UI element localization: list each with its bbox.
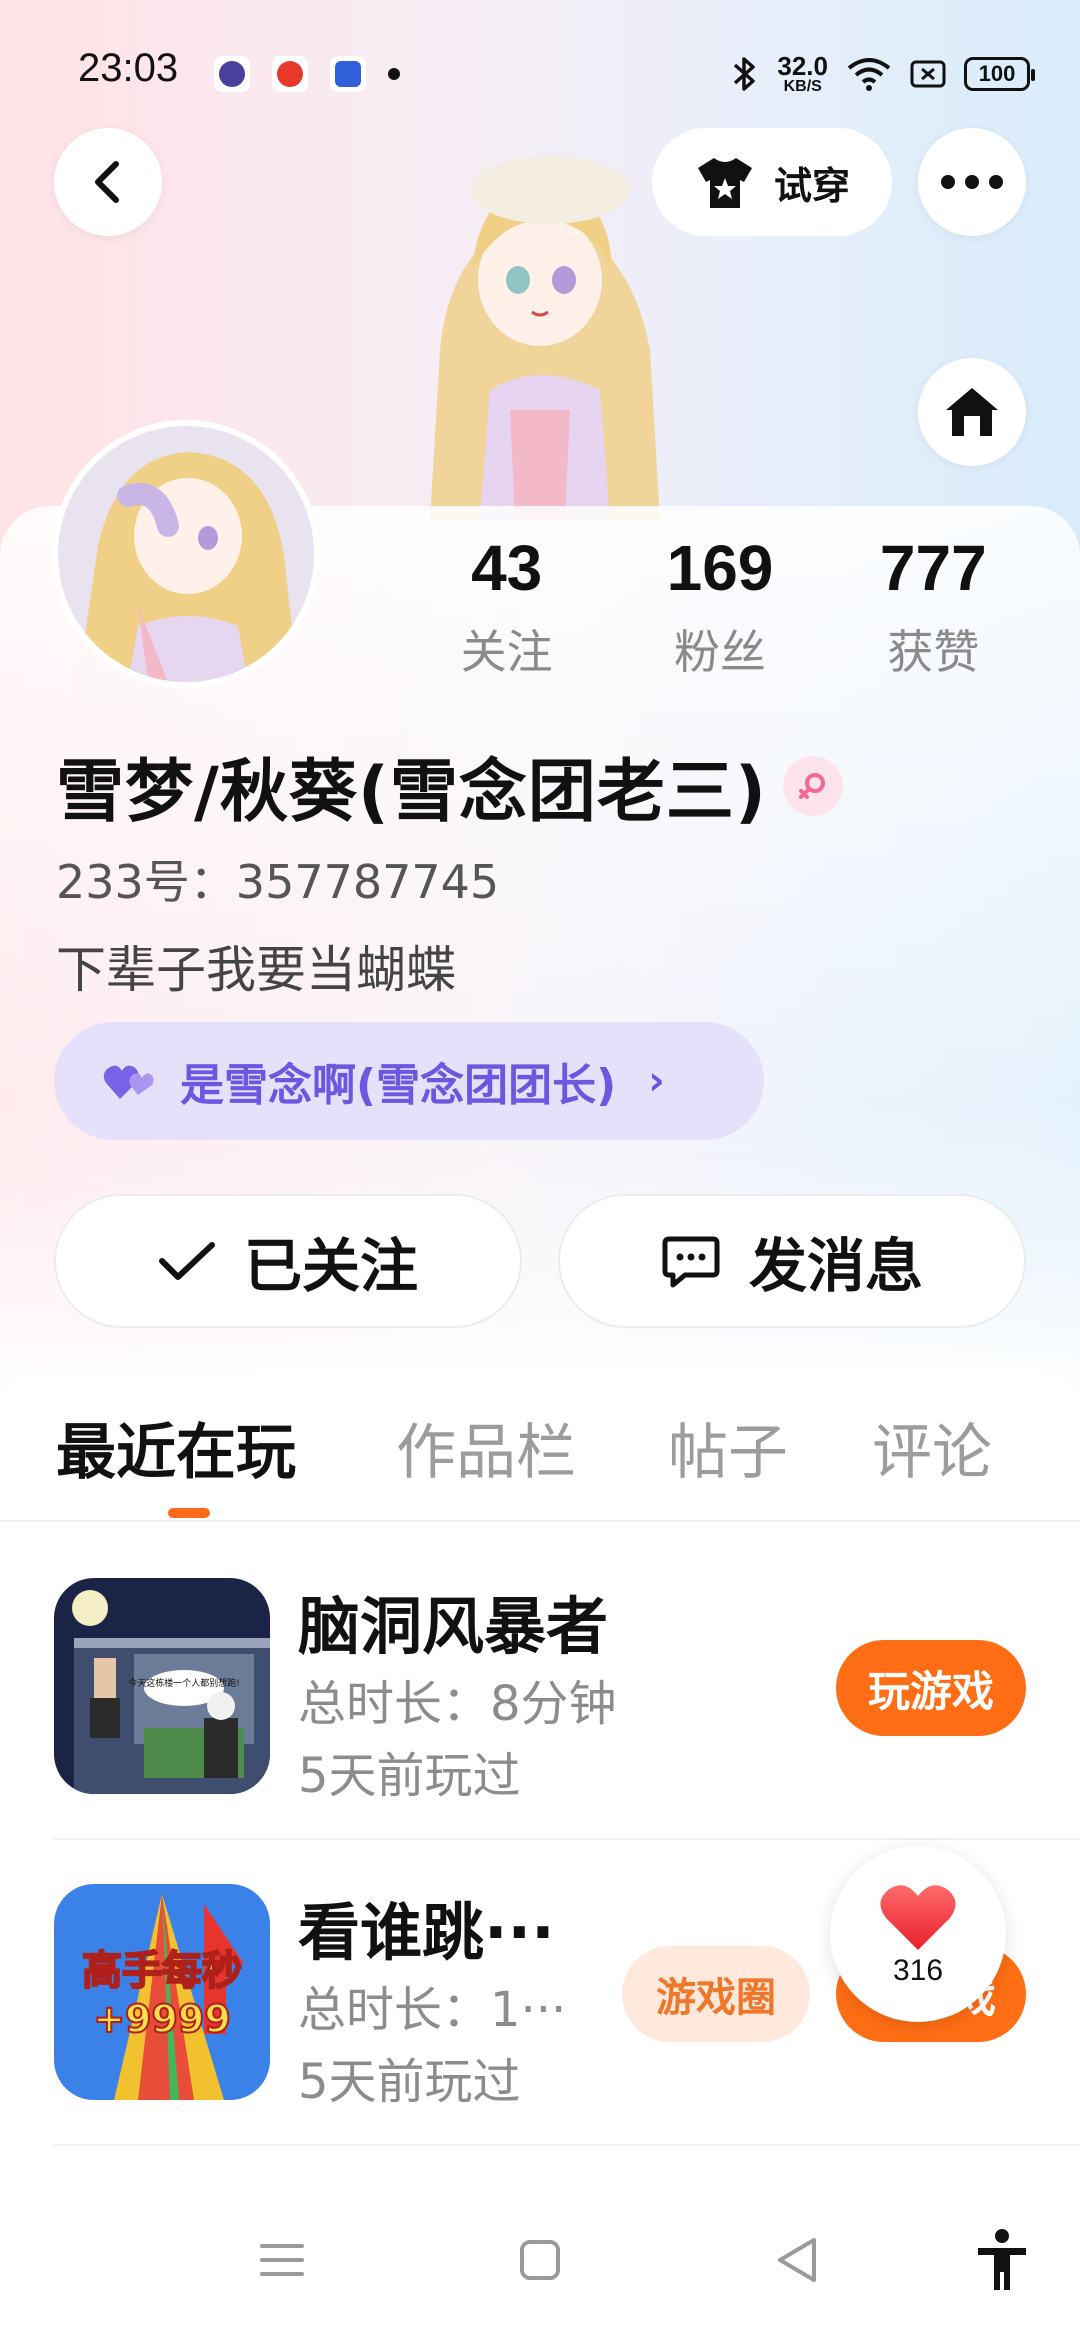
game-title: 看谁跳···: [298, 1896, 555, 1969]
game-icon-text-1: 高手每秒: [82, 1948, 242, 1994]
play-game-button[interactable]: 玩游戏: [836, 1640, 1026, 1736]
try-on-button[interactable]: 试穿: [652, 128, 892, 236]
bio: 下辈子我要当蝴蝶: [56, 941, 456, 999]
game-duration: 总时长：1···: [298, 1982, 567, 2038]
female-gender-icon: [783, 755, 843, 816]
video-app-notification-icon: [272, 56, 308, 92]
like-button[interactable]: 316: [830, 1846, 1006, 2022]
try-on-label: 试穿: [773, 163, 850, 208]
back-nav-button[interactable]: [756, 2220, 836, 2300]
chevron-left-icon: [95, 161, 119, 203]
triangle-back-icon: [778, 2238, 816, 2282]
profile-stats: 43 关注 169 粉丝 777 获赞: [400, 530, 1040, 682]
stat-following[interactable]: 43 关注: [400, 530, 613, 682]
game-icon-text-2: +9999: [93, 1997, 231, 2041]
tab-posts[interactable]: 帖子: [668, 1404, 788, 1491]
game-title: 脑洞风暴者: [298, 1590, 609, 1663]
avatar[interactable]: [52, 420, 320, 688]
stat-followers[interactable]: 169 粉丝: [613, 530, 826, 682]
home-button[interactable]: [918, 358, 1026, 466]
more-horizontal-icon: [941, 175, 1003, 189]
nickname: 雪梦/秋葵(雪念团老三): [56, 753, 767, 832]
more-notifications-dot: [388, 68, 400, 80]
more-button[interactable]: [918, 128, 1026, 236]
game-circle-button[interactable]: 游戏圈: [622, 1946, 810, 2042]
check-icon: [158, 1242, 215, 1280]
list-item[interactable]: 今天这栋楼一个人都别想跑! 脑洞风暴者 总时长：8分钟 5天前玩过 玩游戏: [0, 1524, 1080, 1830]
tab-recently-played[interactable]: 最近在玩: [56, 1404, 296, 1491]
system-nav-bar: [0, 2180, 1080, 2340]
home-icon: [946, 388, 998, 436]
stat-likes[interactable]: 777 获赞: [827, 530, 1040, 682]
following-button[interactable]: 已关注: [54, 1194, 522, 1328]
row-divider: [54, 2144, 1080, 2146]
back-button[interactable]: [54, 128, 162, 236]
hearts-icon: [103, 1065, 154, 1099]
status-time: 23:03: [78, 46, 179, 90]
nickname-row: 雪梦/秋葵(雪念团老三): [56, 736, 843, 835]
battery-icon: 100: [964, 57, 1035, 91]
baidu-notification-icon: [330, 56, 366, 92]
tab-comments[interactable]: 评论: [872, 1404, 992, 1491]
avatar-portrait: [58, 426, 314, 682]
recent-apps-button[interactable]: [242, 2220, 322, 2300]
tshirt-icon: [697, 158, 752, 208]
accessibility-icon: [978, 2229, 1026, 2290]
status-right-icons: 32.0 KB/S 100: [731, 50, 1035, 98]
bluetooth-icon: [734, 57, 756, 91]
square-icon: [520, 2240, 560, 2280]
tabs-divider: [0, 1520, 1080, 1522]
sim-icon: [910, 60, 946, 88]
wifi-icon: [847, 58, 891, 91]
group-link[interactable]: 是雪念啊(雪念团团长) ›: [54, 1022, 764, 1140]
app-notification-icon: [214, 56, 250, 92]
message-button[interactable]: 发消息: [558, 1194, 1026, 1328]
chat-bubble-icon: [662, 1236, 720, 1288]
message-label: 发消息: [748, 1232, 923, 1300]
game-last-played: 5天前玩过: [298, 1748, 521, 1804]
group-name: 是雪念啊(雪念团团长): [180, 1060, 617, 1111]
network-speed: 32.0 KB/S: [777, 51, 828, 95]
accessibility-button[interactable]: [962, 2220, 1042, 2300]
game-last-played: 5天前玩过: [298, 2054, 521, 2110]
menu-icon: [260, 2244, 304, 2276]
game-duration: 总时长：8分钟: [298, 1676, 617, 1732]
game-icon: 高手每秒 +9999: [54, 1884, 270, 2100]
user-id: 233号：357787745: [56, 855, 500, 909]
game-icon: 今天这栋楼一个人都别想跑!: [54, 1578, 270, 1794]
tab-works[interactable]: 作品栏: [396, 1404, 576, 1491]
like-count: 316: [892, 1954, 944, 1987]
chevron-right-icon: ›: [648, 1058, 665, 1104]
avatar-image: [58, 426, 314, 682]
heart-icon: [880, 1885, 956, 1950]
game-icon-caption: 今天这栋楼一个人都别想跑!: [128, 1677, 240, 1689]
active-tab-indicator: [168, 1508, 210, 1518]
status-bar: 23:03 32.0 KB/S 100: [0, 0, 1080, 140]
home-nav-button[interactable]: [500, 2220, 580, 2300]
tab-bar: 最近在玩 作品栏 帖子 评论: [0, 1370, 1080, 1520]
following-label: 已关注: [243, 1232, 418, 1300]
